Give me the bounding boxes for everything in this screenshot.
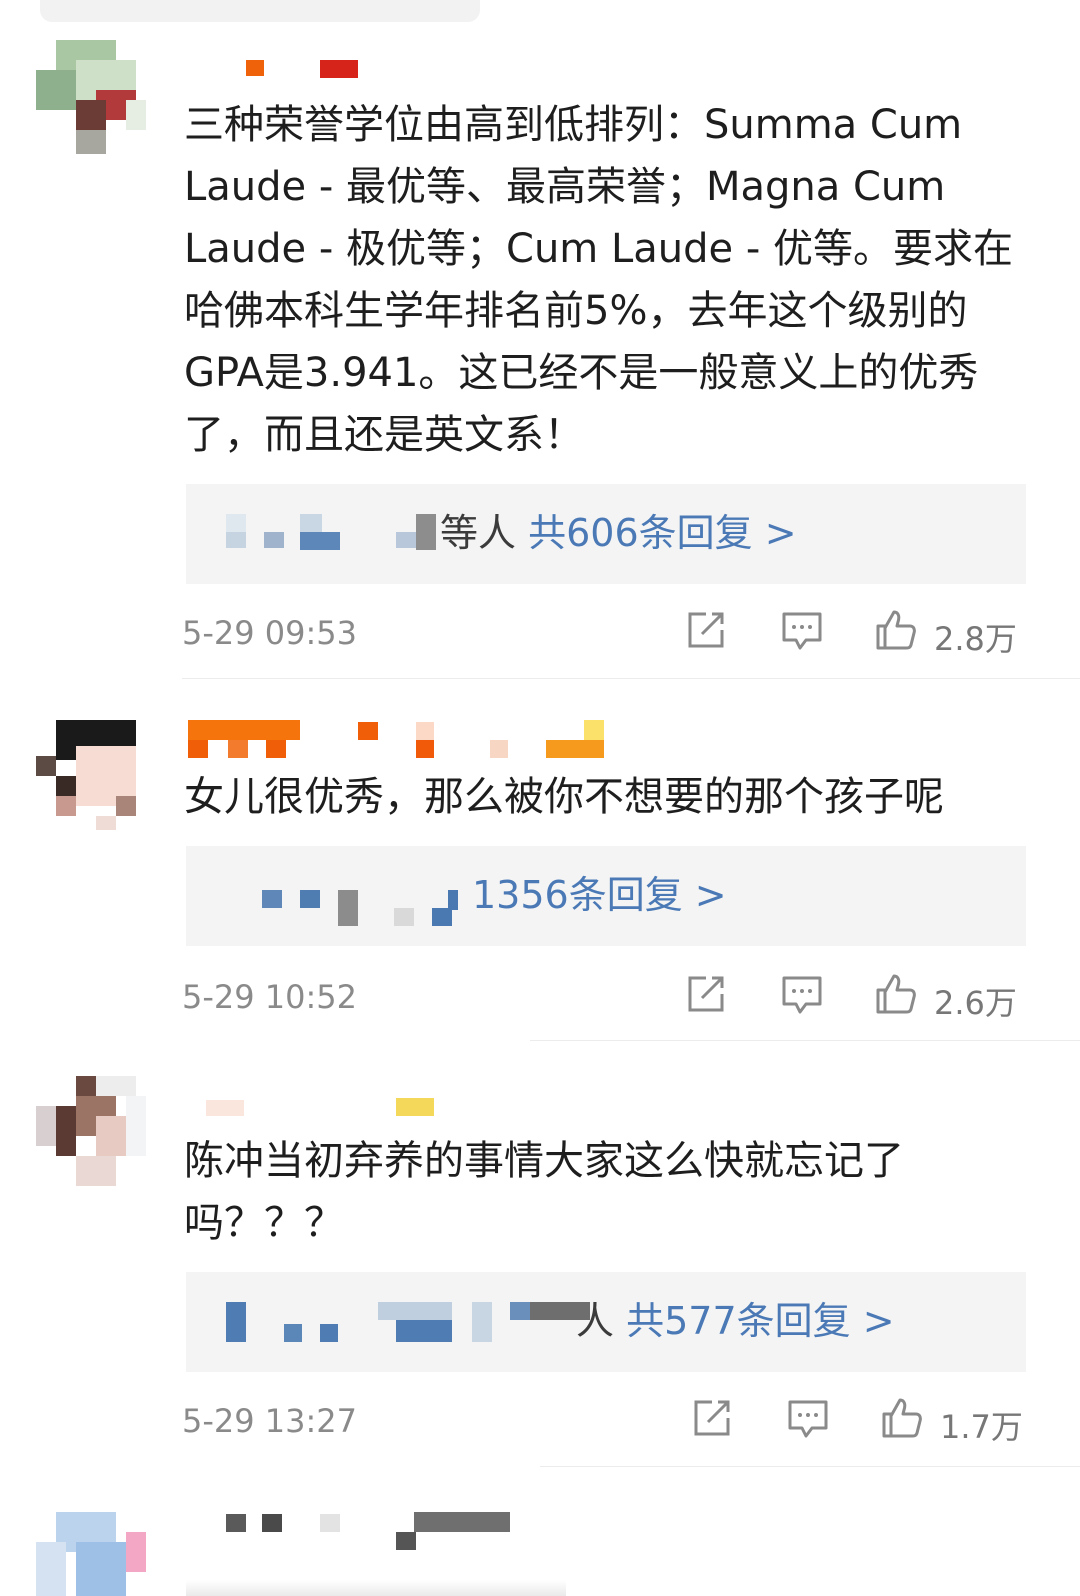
avatar[interactable] (36, 1076, 152, 1192)
comment-time: 5-29 10:52 (182, 978, 358, 1016)
reply-suffix: 等人 (440, 511, 517, 555)
share-icon[interactable] (690, 1396, 734, 1440)
username-mosaic[interactable] (186, 720, 616, 760)
thumbs-up-icon[interactable] (874, 608, 918, 652)
reply-summary[interactable]: 1356条回复 > (186, 846, 1026, 946)
replier-names-mosaic (226, 514, 456, 554)
reply-count-link[interactable]: 1356条回复 > (472, 873, 727, 917)
thumbs-up-icon[interactable] (880, 1396, 924, 1440)
previous-item-edge (40, 0, 480, 22)
reply-count-link[interactable]: 共577条回复 > (626, 1299, 894, 1343)
comment-icon[interactable] (780, 972, 824, 1016)
avatar[interactable] (36, 40, 152, 156)
reply-summary[interactable]: 等人 共606条回复 > (186, 484, 1026, 584)
like-count: 2.8万 (934, 620, 1017, 658)
divider (540, 1466, 1080, 1467)
avatar[interactable] (36, 1512, 152, 1596)
comment-icon[interactable] (780, 608, 824, 652)
comment-meta: 5-29 09:53 2.8万 (182, 608, 1032, 658)
divider (530, 1040, 1080, 1041)
reply-suffix: 人 (576, 1299, 615, 1343)
thumbs-up-icon[interactable] (874, 972, 918, 1016)
replier-names-mosaic (262, 876, 462, 926)
comment-meta: 5-29 13:27 1.7万 (182, 1396, 1032, 1446)
like-count: 2.6万 (934, 984, 1017, 1022)
reply-count-link[interactable]: 共606条回复 > (528, 511, 796, 555)
share-icon[interactable] (684, 972, 728, 1016)
comment-time: 5-29 09:53 (182, 614, 358, 652)
username-mosaic[interactable] (186, 58, 366, 98)
share-icon[interactable] (684, 608, 728, 652)
comment-icon[interactable] (786, 1396, 830, 1440)
avatar[interactable] (36, 716, 152, 832)
comment-meta: 5-29 10:52 2.6万 (182, 972, 1032, 1022)
like-count: 1.7万 (940, 1408, 1023, 1446)
username-mosaic[interactable] (186, 1512, 510, 1552)
divider (182, 678, 1080, 679)
replier-names-mosaic (226, 1302, 616, 1342)
comment-text: 三种荣誉学位由高到低排列：Summa Cum Laude - 最优等、最高荣誉；… (184, 102, 1013, 458)
comment-text-cutoff (186, 1580, 566, 1596)
reply-summary[interactable]: 人 共577条回复 > (186, 1272, 1026, 1372)
comment-time: 5-29 13:27 (182, 1402, 358, 1440)
comment-text: 女儿很优秀，那么被你不想要的那个孩子呢 (184, 774, 944, 820)
comment-text: 陈冲当初弃养的事情大家这么快就忘记了吗？？？ (184, 1138, 904, 1246)
